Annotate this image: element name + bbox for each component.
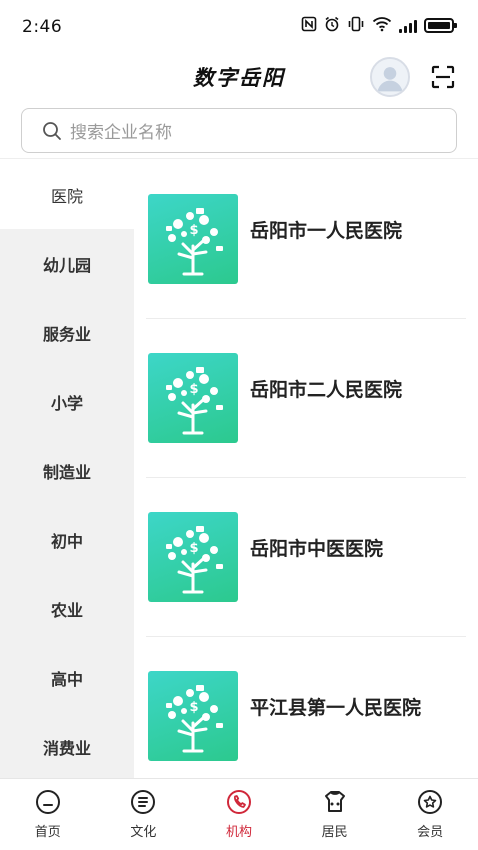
phone-icon xyxy=(226,790,251,814)
signal-icon xyxy=(399,19,417,33)
status-icons xyxy=(301,16,457,35)
sidebar-item-senior-high[interactable]: 高中 xyxy=(0,643,134,712)
sidebar-item-kindergarten[interactable]: 幼儿园 xyxy=(0,229,134,298)
organization-name: 平江县第一人民医院 xyxy=(250,697,422,719)
money-tree-icon: $ xyxy=(148,512,238,602)
status-bar: 2:46 xyxy=(0,0,478,52)
svg-text:$: $ xyxy=(189,700,198,715)
vibrate-icon xyxy=(347,16,365,35)
wifi-icon xyxy=(372,16,392,35)
bottom-nav: 首页 文化 机构 居民 会员 xyxy=(0,778,478,850)
sidebar-item-primary-school[interactable]: 小学 xyxy=(0,367,134,436)
nav-label: 文化 xyxy=(130,825,157,840)
organization-name: 岳阳市中医医院 xyxy=(250,538,384,560)
star-badge-icon xyxy=(418,790,443,814)
list-item[interactable]: $ 岳阳市一人民医院 xyxy=(134,160,478,319)
nav-item-residents[interactable]: 居民 xyxy=(287,779,383,850)
nav-item-culture[interactable]: 文化 xyxy=(96,779,192,850)
svg-text:$: $ xyxy=(189,541,198,556)
app-header: 数字岳阳 xyxy=(0,52,478,102)
money-tree-icon: $ xyxy=(148,671,238,761)
list-item[interactable]: $ 岳阳市中医医院 xyxy=(134,478,478,637)
organization-name: 岳阳市二人民医院 xyxy=(250,379,403,401)
money-tree-icon: $ xyxy=(148,353,238,443)
nfc-icon xyxy=(301,16,317,35)
organization-name: 岳阳市一人民医院 xyxy=(250,220,403,242)
divider xyxy=(0,158,478,159)
nav-label: 机构 xyxy=(225,825,252,840)
nav-item-membership[interactable]: 会员 xyxy=(382,779,478,850)
organization-list: $ 岳阳市一人民医院 $ 岳阳市二人民医院 $ 岳阳市中医医院 $ 平江县第一人… xyxy=(134,160,478,778)
sidebar-item-consumer[interactable]: 消费业 xyxy=(0,712,134,778)
sidebar-item-agriculture[interactable]: 农业 xyxy=(0,574,134,643)
user-avatar-icon[interactable] xyxy=(370,57,410,97)
document-icon xyxy=(131,790,156,814)
alarm-icon xyxy=(324,16,340,35)
nav-item-institution[interactable]: 机构 xyxy=(191,779,287,850)
list-item[interactable]: $ 平江县第一人民医院 xyxy=(134,637,478,778)
status-time: 2:46 xyxy=(22,17,63,37)
nav-label: 首页 xyxy=(34,825,61,840)
svg-text:$: $ xyxy=(189,382,198,397)
svg-text:$: $ xyxy=(189,223,198,238)
sidebar-item-service[interactable]: 服务业 xyxy=(0,298,134,367)
sidebar-item-hospital[interactable]: 医院 xyxy=(0,160,134,229)
resident-icon xyxy=(324,791,345,812)
search-icon xyxy=(43,121,61,140)
battery-icon xyxy=(424,18,457,33)
list-item[interactable]: $ 岳阳市二人民医院 xyxy=(134,319,478,478)
money-tree-icon: $ xyxy=(148,194,238,284)
sidebar-item-manufacturing[interactable]: 制造业 xyxy=(0,436,134,505)
home-icon xyxy=(35,790,60,814)
nav-label: 居民 xyxy=(321,825,348,840)
nav-label: 会员 xyxy=(417,825,444,840)
search-input[interactable]: 搜索企业名称 xyxy=(21,108,457,153)
nav-item-home[interactable]: 首页 xyxy=(0,779,96,850)
scan-icon[interactable] xyxy=(431,65,455,89)
sidebar-item-junior-high[interactable]: 初中 xyxy=(0,505,134,574)
search-placeholder: 搜索企业名称 xyxy=(70,123,172,143)
category-sidebar: 医院 幼儿园 服务业 小学 制造业 初中 农业 高中 消费业 xyxy=(0,160,134,778)
